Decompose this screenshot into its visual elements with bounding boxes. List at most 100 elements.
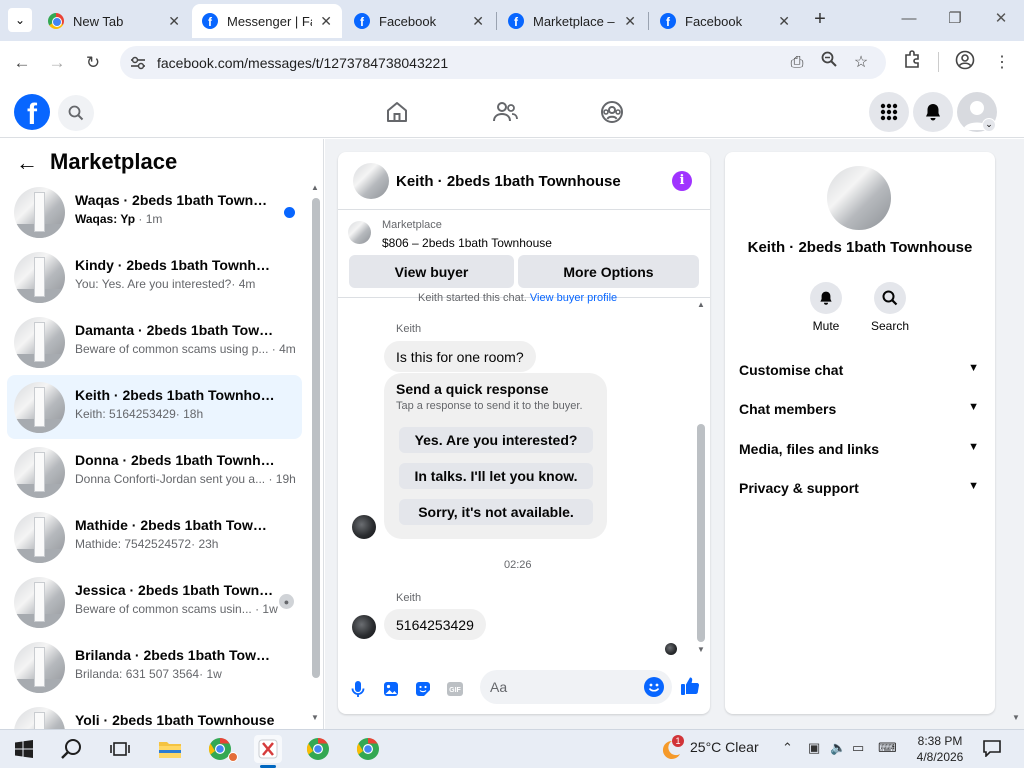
- sender-avatar[interactable]: [352, 515, 376, 539]
- notification-center-icon[interactable]: [982, 739, 1002, 758]
- view-buyer-profile-link[interactable]: View buyer profile: [530, 292, 617, 304]
- forward-arrow-icon[interactable]: →: [44, 50, 70, 76]
- weather-text[interactable]: 25°C Clear: [690, 739, 759, 755]
- close-icon[interactable]: ✕: [624, 13, 636, 30]
- chrome-icon[interactable]: [304, 735, 332, 763]
- close-icon[interactable]: ✕: [472, 13, 484, 30]
- tab-facebook-1[interactable]: f Facebook ✕: [344, 4, 494, 38]
- listing-thumbnail: [14, 382, 65, 433]
- conversation-item[interactable]: Yoli · 2beds 1bath Townhouse: [7, 700, 302, 729]
- scroll-up-arrow-icon[interactable]: ▲: [697, 300, 705, 309]
- listing-label: Marketplace: [382, 219, 442, 231]
- photo-icon[interactable]: [380, 678, 402, 700]
- scroll-down-arrow-icon[interactable]: ▼: [311, 713, 319, 722]
- info-icon[interactable]: i: [672, 171, 692, 191]
- chat-title[interactable]: Keith · 2beds 1bath Townhouse: [396, 173, 621, 190]
- back-arrow-icon[interactable]: ←: [9, 50, 35, 76]
- like-thumbs-up-icon[interactable]: [680, 676, 702, 698]
- facebook-logo-icon[interactable]: f: [14, 94, 50, 130]
- groups-icon[interactable]: [595, 96, 629, 128]
- scrollbar-thumb[interactable]: [312, 198, 320, 678]
- more-options-button[interactable]: More Options: [518, 255, 699, 288]
- system-clock[interactable]: 8:38 PM 4/8/2026: [905, 733, 975, 765]
- conversation-item-selected[interactable]: Keith · 2beds 1bath Townhouse Keith: 516…: [7, 375, 302, 439]
- close-icon[interactable]: ✕: [320, 13, 332, 30]
- listing-thumbnail[interactable]: [348, 221, 371, 244]
- quick-response-button[interactable]: In talks. I'll let you know.: [399, 463, 593, 489]
- minimize-icon[interactable]: —: [894, 8, 924, 32]
- mute-label: Mute: [812, 319, 840, 333]
- notifications-bell-icon[interactable]: [913, 92, 953, 132]
- search-icon[interactable]: [58, 735, 86, 763]
- listing-price[interactable]: $806 – 2beds 1bath Townhouse: [382, 236, 552, 250]
- message-bubble[interactable]: Is this for one room?: [384, 341, 536, 372]
- mute-bell-icon[interactable]: [810, 282, 842, 314]
- chevron-down-icon[interactable]: ⌄: [982, 118, 996, 132]
- meet-now-icon[interactable]: ▣: [808, 740, 820, 756]
- back-arrow-icon[interactable]: ←: [16, 150, 38, 176]
- tab-marketplace[interactable]: f Marketplace – 2 ✕: [498, 4, 646, 38]
- network-icon[interactable]: ▭: [852, 740, 864, 756]
- gif-icon[interactable]: GIF: [444, 678, 466, 700]
- home-icon[interactable]: [380, 96, 414, 128]
- install-app-icon[interactable]: ⎙: [785, 50, 809, 76]
- chrome-icon[interactable]: [354, 735, 382, 763]
- scroll-up-arrow-icon[interactable]: ▲: [311, 183, 319, 192]
- conversation-item[interactable]: Damanta · 2beds 1bath Townhouse Beware o…: [7, 310, 302, 374]
- view-buyer-button[interactable]: View buyer: [349, 255, 514, 288]
- message-sender: Keith: [396, 323, 422, 335]
- conversation-item[interactable]: Waqas · 2beds 1bath Townhouse Waqas: Yp …: [7, 180, 302, 244]
- conversation-item[interactable]: Mathide · 2beds 1bath Townhouse Mathide:…: [7, 505, 302, 569]
- privacy-support-row[interactable]: Privacy & support ▼: [739, 480, 979, 496]
- scrollbar-thumb[interactable]: [697, 424, 705, 642]
- scroll-down-arrow-icon[interactable]: ▼: [697, 645, 705, 654]
- conversation-item[interactable]: Brilanda · 2beds 1bath Townhouse Briland…: [7, 635, 302, 699]
- chat-members-row[interactable]: Chat members ▼: [739, 401, 979, 417]
- search-icon[interactable]: [874, 282, 906, 314]
- volume-icon[interactable]: 🔈: [830, 740, 846, 756]
- scroll-down-arrow-icon[interactable]: ▼: [1012, 713, 1020, 722]
- keyboard-icon[interactable]: ⌨: [878, 740, 897, 756]
- new-tab-plus-icon[interactable]: +: [808, 8, 832, 32]
- window-close-icon[interactable]: ✕: [986, 8, 1016, 32]
- microphone-icon[interactable]: [347, 678, 369, 700]
- profile-icon[interactable]: [953, 50, 977, 76]
- windows-start-icon[interactable]: [10, 735, 38, 763]
- sticker-icon[interactable]: [412, 678, 434, 700]
- tab-new-tab[interactable]: New Tab ✕: [38, 4, 190, 38]
- quick-response-button[interactable]: Sorry, it's not available.: [399, 499, 593, 525]
- conversation-item[interactable]: Jessica · 2beds 1bath Townhouse Beware o…: [7, 570, 302, 634]
- conversation-item[interactable]: Donna · 2beds 1bath Townhouse Donna Conf…: [7, 440, 302, 504]
- tab-messenger[interactable]: f Messenger | Fa ✕: [192, 4, 342, 38]
- customise-chat-row[interactable]: Customise chat ▼: [739, 362, 979, 378]
- kebab-menu-icon[interactable]: ⋮: [990, 50, 1014, 76]
- listing-thumbnail-large[interactable]: [827, 166, 891, 230]
- task-view-icon[interactable]: [106, 735, 134, 763]
- bookmark-star-icon[interactable]: ☆: [849, 50, 873, 76]
- conversation-item[interactable]: Kindy · 2beds 1bath Townhouse You: Yes. …: [7, 245, 302, 309]
- menu-grid-icon[interactable]: [869, 92, 909, 132]
- reload-icon[interactable]: ↻: [80, 50, 106, 76]
- quick-response-button[interactable]: Yes. Are you interested?: [399, 427, 593, 453]
- friends-icon[interactable]: [488, 96, 522, 128]
- emoji-icon[interactable]: [644, 677, 664, 697]
- tab-search-chevron-icon[interactable]: ⌄: [8, 8, 32, 32]
- pinned-app-icon[interactable]: [254, 735, 282, 763]
- sender-avatar[interactable]: [352, 615, 376, 639]
- chevron-up-icon[interactable]: ⌃: [782, 740, 793, 756]
- message-bubble[interactable]: 5164253429: [384, 609, 486, 640]
- close-icon[interactable]: ✕: [168, 13, 180, 30]
- file-explorer-icon[interactable]: [156, 735, 184, 763]
- close-icon[interactable]: ✕: [778, 13, 790, 30]
- message-timestamp: 02:26: [504, 559, 532, 571]
- url-text[interactable]: facebook.com/messages/t/1273784738043221: [157, 55, 448, 71]
- extensions-icon[interactable]: [900, 50, 924, 76]
- search-icon[interactable]: [58, 95, 94, 131]
- site-settings-icon[interactable]: [128, 53, 148, 73]
- restore-icon[interactable]: ❐: [940, 8, 970, 32]
- chevron-down-icon: ▼: [968, 480, 979, 492]
- tab-facebook-2[interactable]: f Facebook ✕: [650, 4, 800, 38]
- listing-thumbnail[interactable]: [353, 163, 389, 199]
- zoom-icon[interactable]: [817, 50, 841, 76]
- media-files-links-row[interactable]: Media, files and links ▼: [739, 441, 979, 457]
